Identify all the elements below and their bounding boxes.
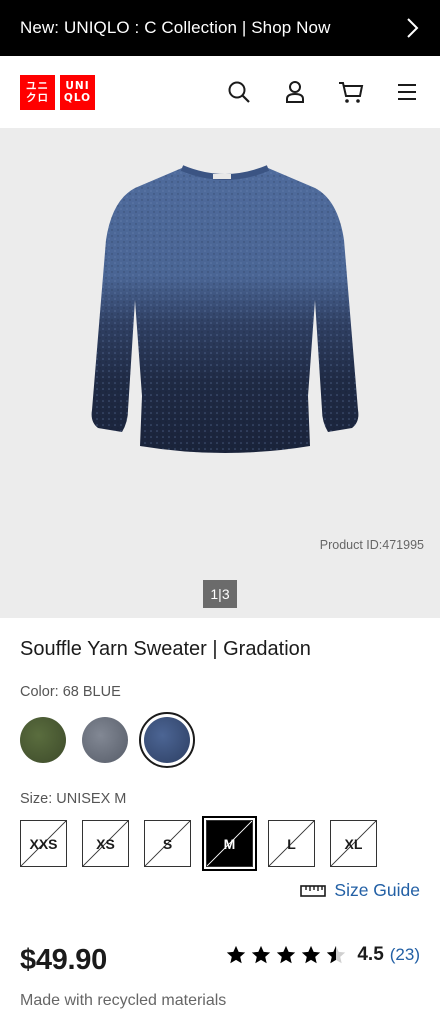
size-option-xs[interactable]: XS	[82, 820, 129, 867]
product-id: Product ID:471995	[319, 538, 424, 552]
image-pager: 1|3	[203, 580, 237, 608]
star-icon	[252, 945, 271, 964]
size-label: Size: UNISEX M	[20, 791, 127, 807]
size-option-label: XS	[96, 835, 115, 852]
recycled-materials-note: Made with recycled materials	[20, 992, 227, 1009]
size-guide-label: Size Guide	[334, 880, 420, 900]
product-price: $49.90	[20, 944, 107, 976]
size-option-m[interactable]: M	[202, 816, 257, 871]
size-options: XXS XS S M L XL	[20, 816, 377, 871]
account-button[interactable]	[282, 79, 308, 105]
star-icon	[277, 945, 296, 964]
search-icon	[228, 81, 250, 103]
logo-block-latin: UNI QLO	[60, 74, 95, 110]
logo-text: UNI	[65, 80, 90, 92]
product-rating[interactable]: 4.5 (23)	[225, 944, 420, 966]
color-swatch-gray[interactable]	[77, 712, 133, 768]
size-option-label: S	[162, 835, 173, 852]
product-title: Souffle Yarn Sweater | Gradation	[20, 638, 311, 660]
size-option-s[interactable]: S	[144, 820, 191, 867]
half-star-icon	[327, 945, 346, 964]
size-option-xl[interactable]: XL	[330, 820, 377, 867]
size-option-label: M	[223, 835, 236, 852]
size-option-label: L	[287, 835, 296, 852]
chevron-right-icon	[407, 18, 419, 38]
rating-count-link[interactable]: (23)	[390, 945, 420, 965]
ruler-icon	[300, 884, 327, 897]
size-option-xxs[interactable]: XXS	[20, 820, 67, 867]
uniqlo-logo[interactable]: ユニ クロ UNI QLO	[20, 74, 95, 110]
product-image-carousel[interactable]: Product ID:471995 1|3	[0, 128, 440, 618]
size-option-l[interactable]: L	[268, 820, 315, 867]
cart-icon	[339, 82, 364, 103]
star-icon	[227, 945, 246, 964]
color-swatch-green[interactable]	[15, 712, 71, 768]
promo-text: New: UNIQLO : C Collection | Shop Now	[20, 18, 331, 37]
site-header: ユニ クロ UNI QLO	[0, 56, 440, 128]
swatch-fill	[82, 717, 128, 763]
logo-block-katakana: ユニ クロ	[20, 74, 55, 110]
search-button[interactable]	[226, 79, 252, 105]
rating-stars	[225, 944, 347, 966]
size-guide-link[interactable]: Size Guide	[300, 880, 420, 901]
account-icon	[286, 81, 304, 103]
color-swatches	[20, 712, 201, 768]
swatch-fill	[144, 717, 190, 763]
menu-button[interactable]	[394, 79, 420, 105]
swatch-fill	[20, 717, 66, 763]
size-option-label: XXS	[29, 835, 58, 852]
color-label: Color: 68 BLUE	[20, 684, 121, 700]
logo-text: QLO	[63, 92, 92, 104]
color-swatch-blue[interactable]	[139, 712, 195, 768]
logo-text: クロ	[26, 92, 49, 104]
product-image	[91, 165, 359, 453]
promo-banner[interactable]: New: UNIQLO : C Collection | Shop Now	[0, 0, 440, 56]
star-icon	[302, 945, 321, 964]
logo-text: ユニ	[26, 80, 49, 92]
rating-value: 4.5	[357, 944, 384, 965]
size-option-label: XL	[344, 835, 363, 852]
menu-icon	[398, 84, 416, 100]
cart-button[interactable]	[338, 79, 364, 105]
